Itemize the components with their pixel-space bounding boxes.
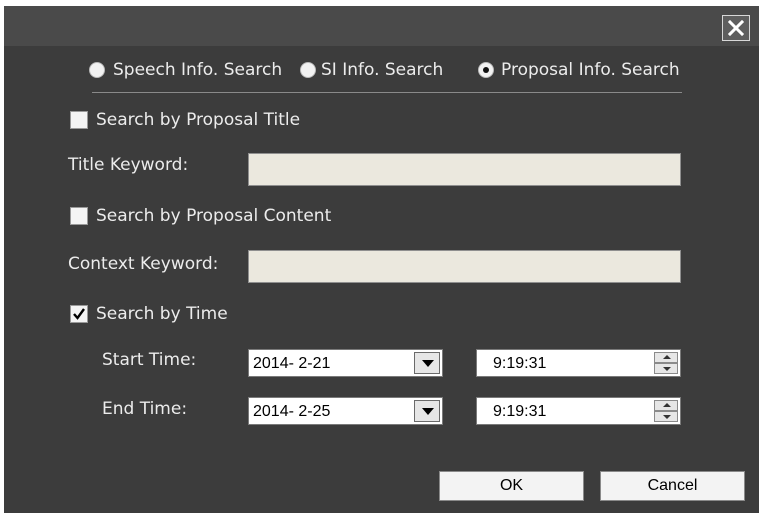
end-time-value: 9:19:31 (493, 403, 547, 420)
radio-speech-info-search-label[interactable]: Speech Info. Search (113, 60, 282, 80)
start-date-value: 2014- 2-21 (253, 355, 331, 372)
radio-speech-info-search[interactable] (89, 62, 105, 78)
start-time-spinner[interactable]: 9:19:31 (476, 349, 681, 377)
search-by-content-label[interactable]: Search by Proposal Content (96, 206, 331, 226)
title-keyword-label: Title Keyword: (68, 155, 189, 175)
end-date-combo[interactable]: 2014- 2-25 (248, 397, 443, 425)
end-time-spinner[interactable]: 9:19:31 (476, 397, 681, 425)
context-keyword-label: Context Keyword: (68, 254, 219, 274)
start-date-combo[interactable]: 2014- 2-21 (248, 349, 443, 377)
radio-si-info-search[interactable] (300, 62, 316, 78)
end-time-label: End Time: (102, 399, 188, 419)
search-dialog: Speech Info. Search SI Info. Search Prop… (4, 6, 759, 513)
search-by-content-checkbox[interactable] (70, 207, 88, 225)
close-icon (728, 20, 744, 36)
close-button[interactable] (722, 15, 750, 41)
title-bar (4, 6, 759, 46)
spin-up-icon[interactable] (654, 352, 678, 363)
radio-proposal-info-search[interactable] (478, 62, 494, 78)
search-by-title-checkbox[interactable] (70, 111, 88, 129)
search-by-title-label[interactable]: Search by Proposal Title (96, 110, 300, 130)
checkmark-icon (73, 308, 85, 320)
spin-down-icon[interactable] (654, 411, 678, 422)
search-by-time-label[interactable]: Search by Time (96, 304, 228, 324)
start-time-label: Start Time: (102, 350, 197, 370)
context-keyword-input[interactable] (248, 250, 681, 283)
start-time-value: 9:19:31 (493, 355, 547, 372)
spin-up-icon[interactable] (654, 400, 678, 411)
dropdown-arrow-icon[interactable] (414, 352, 440, 374)
radio-proposal-info-search-label[interactable]: Proposal Info. Search (501, 60, 680, 80)
dropdown-arrow-icon[interactable] (414, 400, 440, 422)
spin-down-icon[interactable] (654, 363, 678, 374)
search-by-time-checkbox[interactable] (70, 305, 88, 323)
radio-si-info-search-label[interactable]: SI Info. Search (321, 60, 443, 80)
divider (92, 92, 682, 93)
ok-button[interactable]: OK (439, 471, 584, 501)
title-keyword-input[interactable] (248, 153, 681, 186)
cancel-button[interactable]: Cancel (600, 471, 745, 501)
end-date-value: 2014- 2-25 (253, 403, 331, 420)
